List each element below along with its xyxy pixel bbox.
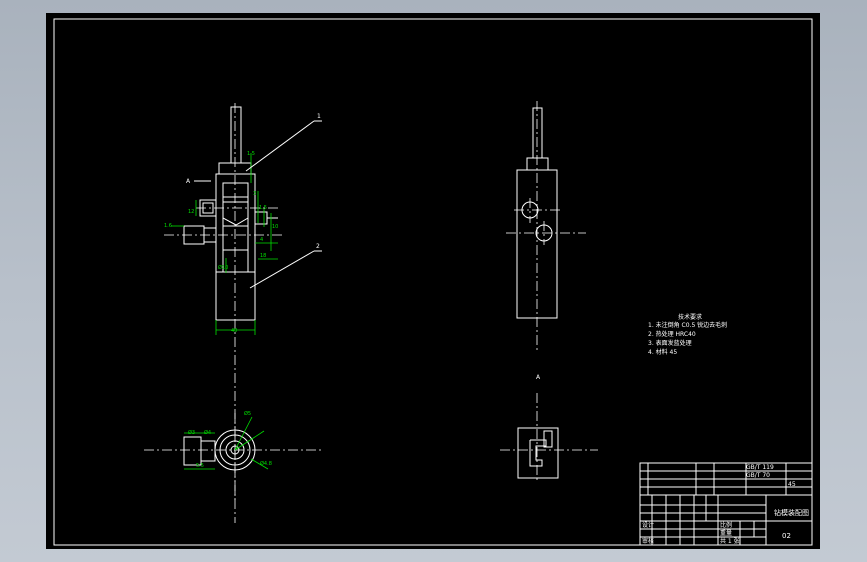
- weight-label: 重量: [720, 529, 732, 537]
- dim-d10: Ø10: [218, 264, 228, 271]
- balloon-1: 1: [317, 113, 321, 120]
- dim-d8: 1.6: [164, 223, 172, 229]
- dim-b4: Ø5: [244, 410, 251, 417]
- dim-d1: 1.5: [247, 151, 255, 157]
- right-stud: [254, 211, 268, 225]
- leader-1: [245, 120, 315, 172]
- drawing-sheet: 1.5 3 1.5 10 4 18 12 1.6 40 Ø10 A 1 2 Ø3…: [46, 13, 820, 549]
- mid-wedge: [222, 201, 249, 226]
- scale-label: 比例: [720, 521, 732, 529]
- title-block: GB/T 119 GB/T 70 45 设计 审核 比例 重量 共 1 张 钻模…: [639, 462, 813, 546]
- side-view: [506, 101, 586, 353]
- internal-bore: [222, 182, 249, 273]
- notes-line-4: 4. 材料 45: [648, 348, 677, 356]
- dim-b5: Ø4.8: [260, 460, 272, 467]
- designer-label: 设计: [642, 521, 654, 529]
- dim-d4: 10: [272, 224, 278, 230]
- notes-line-1: 1. 未注倒角 C0.5 锐边去毛刺: [648, 321, 727, 329]
- dim-b1: Ø3: [188, 429, 195, 436]
- view-a: [500, 393, 598, 483]
- std-2: GB/T 70: [746, 472, 770, 479]
- balloon-2: 2: [316, 243, 320, 250]
- lower-body-hatch: [215, 271, 256, 321]
- std-1: GB/T 119: [746, 464, 774, 471]
- bottom-view: Ø3 Ø4 5.5 Ø5 Ø4.8: [144, 410, 321, 503]
- main-body: [215, 173, 256, 321]
- notes-title: 技术要求: [678, 313, 702, 321]
- notes-line-3: 3. 表面发蓝处理: [648, 339, 692, 347]
- dim-d7: 12: [188, 209, 194, 215]
- view-mark-a: A: [536, 374, 541, 381]
- bottom-side-boss: [183, 436, 202, 466]
- side-collar: [526, 157, 549, 171]
- dim-b2: Ø4: [204, 429, 211, 436]
- front-section-view: 1.5 3 1.5 10 4 18 12 1.6 40 Ø10 A 1 2: [164, 103, 322, 523]
- notes-line-2: 2. 热处理 HRC40: [648, 330, 696, 338]
- material: 45: [788, 481, 796, 488]
- cad-viewport[interactable]: 1.5 3 1.5 10 4 18 12 1.6 40 Ø10 A 1 2 Ø3…: [0, 0, 867, 562]
- upper-insert: [222, 182, 249, 198]
- drawing-number: 02: [782, 532, 791, 540]
- top-rod: [230, 106, 242, 164]
- dim-b3: 5.5: [196, 463, 204, 469]
- drawing-frame: [53, 18, 813, 546]
- dim-d2: 3: [253, 191, 256, 197]
- dim-d9: 40: [231, 328, 237, 334]
- sheet-label: 共 1 张: [720, 537, 740, 545]
- bottom-side-neck: [200, 440, 216, 462]
- section-label-a: A: [186, 178, 191, 185]
- technical-notes: 技术要求 1. 未注倒角 C0.5 锐边去毛刺 2. 热处理 HRC40 3. …: [648, 313, 727, 356]
- checker-label: 审核: [642, 537, 654, 545]
- dim-d5: 4: [260, 237, 263, 243]
- part-name: 钻模装配图: [774, 508, 809, 517]
- dim-d6: 18: [260, 253, 266, 259]
- lower-insert: [222, 225, 249, 251]
- side-rod: [532, 107, 543, 159]
- dim-d3: 1.5: [259, 205, 267, 211]
- drawing-canvas: 1.5 3 1.5 10 4 18 12 1.6 40 Ø10 A 1 2 Ø3…: [53, 18, 813, 546]
